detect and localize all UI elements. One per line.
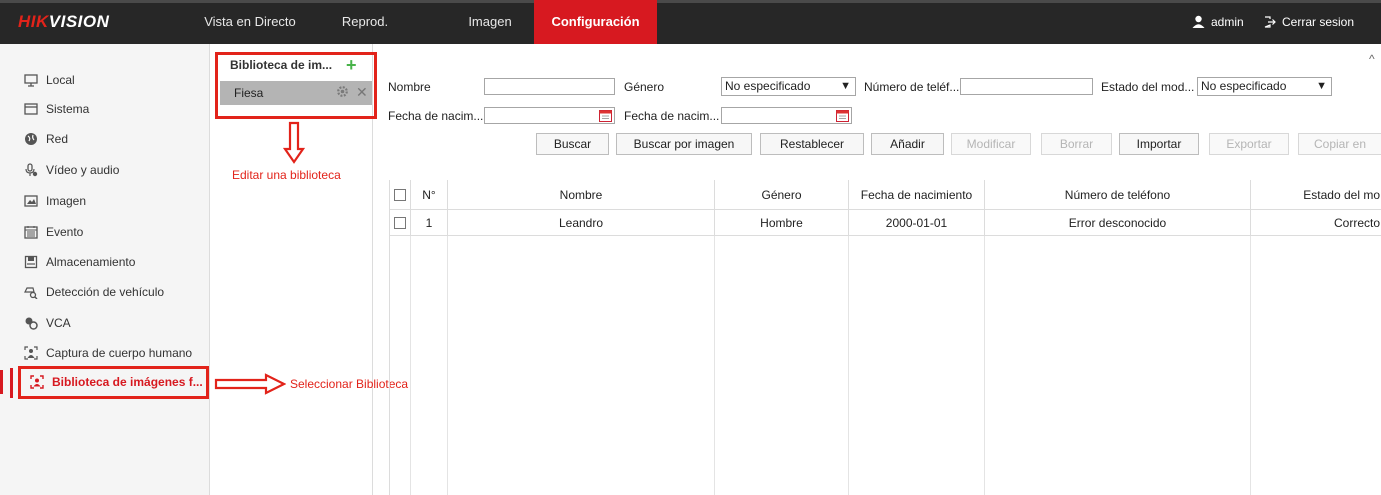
buscar-por-imagen-button[interactable]: Buscar por imagen (616, 133, 752, 155)
vca-icon (25, 317, 38, 330)
sidebar-item-label: Imagen (46, 194, 87, 208)
sidebar-item-label: Red (46, 132, 69, 146)
anadir-button[interactable]: Añadir (871, 133, 944, 155)
genero-label: Género (624, 80, 665, 94)
sidebar-item-label: Almacenamiento (46, 255, 136, 269)
nav-vista-en-directo[interactable]: Vista en Directo (190, 0, 310, 44)
annotation-box-library (215, 52, 377, 119)
cell-fecha: 2000-01-01 (849, 210, 985, 236)
estado-label: Estado del mod... (1101, 80, 1195, 94)
column-divider (447, 236, 448, 495)
active-indicator (10, 368, 13, 398)
sidebar-item-vca[interactable]: VCA (0, 311, 210, 335)
hikvision-logo: HIKVISION (18, 12, 110, 31)
sidebar-item-deteccion-vehiculo[interactable]: Detección de vehículo (0, 280, 210, 304)
annotation-box-sidebar (18, 366, 209, 399)
sidebar-item-label: VCA (46, 316, 71, 330)
image-icon (24, 195, 38, 207)
arrow-down-annotation-icon (283, 121, 305, 164)
column-divider (848, 236, 849, 495)
scroll-up-icon[interactable]: ^ (1369, 52, 1375, 66)
nav-configuracion[interactable]: Configuración (534, 0, 657, 44)
sidebar-item-evento[interactable]: Evento (0, 220, 210, 244)
logout-icon (1264, 16, 1276, 28)
telefono-input[interactable] (960, 78, 1093, 95)
username: admin (1211, 15, 1244, 29)
sidebar-item-label: Vídeo y audio (46, 163, 120, 177)
disk-icon (24, 255, 38, 269)
top-navigation-bar: HIKVISION Vista en Directo Reprod. Image… (0, 0, 1381, 44)
fecha-desde-label: Fecha de nacim... (388, 109, 484, 123)
genero-select[interactable]: No especificado ▼ (721, 77, 856, 96)
cell-genero: Hombre (715, 210, 849, 236)
telefono-label: Número de teléf... (864, 80, 960, 94)
col-header-n: N° (411, 180, 448, 210)
select-all-checkbox[interactable] (394, 189, 406, 201)
vehicle-search-icon (24, 287, 38, 299)
calendar-icon[interactable] (836, 109, 849, 122)
cell-n: 1 (411, 210, 448, 236)
microphone-icon (25, 163, 38, 177)
nav-imagen[interactable]: Imagen (455, 0, 525, 44)
sidebar-item-local[interactable]: Local (0, 68, 210, 92)
chevron-down-icon: ▼ (1316, 80, 1327, 92)
fecha-desde-input[interactable] (484, 107, 615, 124)
col-header-fecha-nacimiento: Fecha de nacimiento (849, 180, 985, 210)
importar-button[interactable]: Importar (1119, 133, 1199, 155)
face-library-table: N° Nombre Género Fecha de nacimiento Núm… (389, 180, 1381, 495)
user-menu[interactable]: admin (1192, 0, 1244, 44)
logout-label: Cerrar sesion (1282, 15, 1355, 29)
user-icon (1192, 15, 1205, 28)
column-divider (1250, 236, 1251, 495)
col-header-estado: Estado del mo (1251, 180, 1381, 210)
sidebar-item-video-audio[interactable]: Vídeo y audio (0, 158, 210, 182)
sidebar-item-label: Local (46, 73, 75, 87)
sidebar-item-imagen[interactable]: Imagen (0, 189, 210, 213)
calendar-icon (24, 226, 38, 239)
sidebar-item-label: Evento (46, 225, 84, 239)
window-icon (24, 103, 38, 115)
buscar-button[interactable]: Buscar (536, 133, 609, 155)
nav-reprod[interactable]: Reprod. (330, 0, 400, 44)
estado-select[interactable]: No especificado ▼ (1197, 77, 1332, 96)
exportar-button[interactable]: Exportar (1209, 133, 1289, 155)
col-header-nombre: Nombre (448, 180, 715, 210)
body-capture-icon (24, 346, 38, 360)
sidebar-item-almacenamiento[interactable]: Almacenamiento (0, 250, 210, 274)
globe-icon (25, 133, 37, 145)
col-header-genero: Género (715, 180, 849, 210)
nombre-input[interactable] (484, 78, 615, 95)
arrow-right-annotation-icon (214, 373, 286, 395)
sidebar-item-label: Captura de cuerpo humano (46, 346, 193, 360)
calendar-icon[interactable] (599, 109, 612, 122)
fecha-hasta-label: Fecha de nacim... (624, 109, 720, 123)
estado-select-value: No especificado (1201, 79, 1287, 93)
modificar-button[interactable]: Modificar (951, 133, 1031, 155)
monitor-icon (24, 74, 38, 87)
row-checkbox-cell (390, 210, 411, 236)
col-header-telefono: Número de teléfono (985, 180, 1251, 210)
sidebar-item-label: Sistema (46, 102, 90, 116)
header-checkbox-cell (390, 180, 411, 210)
column-divider (714, 236, 715, 495)
cell-estado: Correcto (1251, 210, 1381, 236)
copiar-en-button[interactable]: Copiar en (1298, 133, 1381, 155)
fecha-hasta-input[interactable] (721, 107, 852, 124)
nombre-label: Nombre (388, 80, 431, 94)
annotation-edit-library: Editar una biblioteca (232, 168, 341, 182)
row-checkbox[interactable] (394, 217, 406, 229)
sidebar-item-sistema[interactable]: Sistema (0, 97, 210, 121)
genero-select-value: No especificado (725, 79, 811, 93)
sidebar-item-red[interactable]: Red (0, 127, 210, 151)
sidebar-item-captura-cuerpo[interactable]: Captura de cuerpo humano (0, 341, 210, 365)
chevron-down-icon: ▼ (840, 80, 851, 92)
logout-button[interactable]: Cerrar sesion (1264, 0, 1354, 44)
cell-telefono: Error desconocido (985, 210, 1251, 236)
restablecer-button[interactable]: Restablecer (760, 133, 864, 155)
borrar-button[interactable]: Borrar (1041, 133, 1112, 155)
column-divider (410, 236, 411, 495)
column-divider (984, 236, 985, 495)
cell-nombre: Leandro (448, 210, 715, 236)
sidebar-item-label: Detección de vehículo (46, 285, 165, 299)
